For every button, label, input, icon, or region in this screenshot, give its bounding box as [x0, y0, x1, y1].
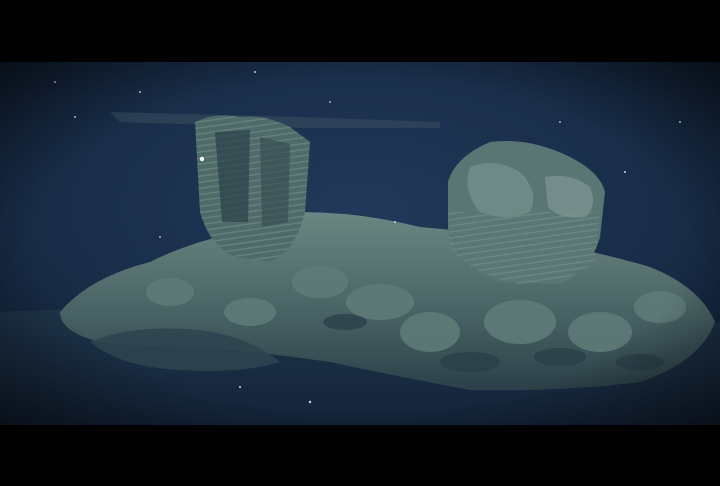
- letterbox-top: [0, 0, 720, 62]
- video-frame: [0, 0, 720, 486]
- seafloor-scene: [0, 62, 720, 425]
- seafloor-illustration: [0, 62, 720, 425]
- letterbox-bottom: [0, 425, 720, 486]
- vignette: [0, 62, 720, 425]
